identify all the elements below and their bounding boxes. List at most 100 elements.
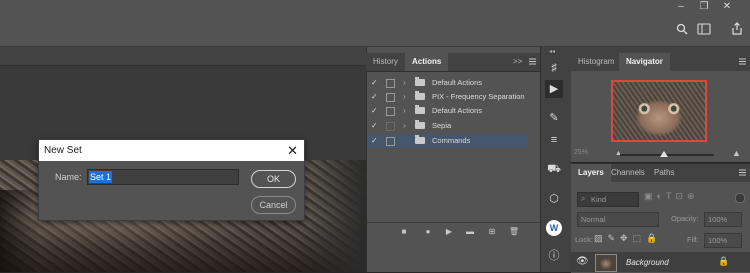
layer-thumbnail [595, 254, 617, 272]
play-selection-icon[interactable]: ▶ [442, 223, 456, 241]
name-label: Name: [55, 172, 82, 182]
check-icon[interactable]: ✓ [371, 134, 379, 148]
filter-kind-select[interactable]: ⌕ Kind [577, 192, 639, 207]
ok-button[interactable]: OK [251, 170, 296, 188]
fill-value: 100% [708, 236, 728, 245]
search-icon[interactable] [676, 23, 688, 35]
panel-menu-icon[interactable] [739, 57, 746, 66]
close-window-icon[interactable]: ✕ [721, 2, 733, 12]
eye-icon[interactable]: 👁 [576, 256, 589, 267]
check-icon[interactable]: ✓ [371, 76, 379, 90]
panel-collapse-icon[interactable]: >> [513, 53, 522, 71]
name-input[interactable]: Set 1 [87, 169, 239, 185]
lock-icon[interactable]: 🔒 [718, 256, 729, 267]
action-row-selected[interactable]: ✓ Commands [367, 134, 527, 148]
action-label: Default Actions [432, 106, 483, 115]
w-icon[interactable]: W [546, 220, 562, 236]
workspace-icon[interactable] [697, 23, 711, 35]
share-icon[interactable] [731, 22, 743, 35]
dialog-title: New Set [44, 145, 82, 156]
new-action-icon[interactable]: ⊞ [485, 223, 499, 241]
check-icon[interactable]: ✓ [371, 104, 379, 118]
trash-icon[interactable]: 🗑 [507, 223, 521, 241]
action-row[interactable]: ✓ › Default Actions [367, 104, 527, 118]
actions-footer: ■ ● ▶ ▬ ⊞ 🗑 [367, 222, 540, 241]
chevron-right-icon[interactable]: › [403, 76, 406, 90]
folder-icon [415, 91, 425, 100]
opacity-label: Opacity: [671, 214, 699, 223]
lock-label: Lock: [575, 235, 593, 244]
dialog-toggle-icon[interactable] [386, 122, 395, 131]
zoom-value[interactable]: 25% [574, 149, 588, 156]
action-row[interactable]: ✓ › PIX - Frequency Separation [367, 90, 527, 104]
canvas-edge [300, 160, 366, 272]
dialog-toggle-icon[interactable] [386, 93, 395, 102]
kind-label: Kind [591, 195, 607, 204]
brush-icon[interactable]: ✎ [545, 109, 563, 127]
new-set-dialog: New Set ✕ Name: Set 1 OK Cancel [38, 139, 305, 221]
tab-history[interactable]: History [366, 53, 405, 71]
new-set-icon[interactable]: ▬ [463, 223, 477, 241]
search-icon: ⌕ [581, 194, 586, 203]
action-label: PIX - Frequency Separation [432, 92, 525, 101]
dialog-toggle-icon[interactable] [386, 79, 395, 88]
action-row[interactable]: ✓ › Default Actions [367, 76, 527, 90]
cube-icon[interactable]: ⬡ [545, 190, 563, 208]
folder-icon [415, 105, 425, 114]
stop-icon[interactable]: ■ [397, 223, 411, 241]
actions-panel-tabs: History Actions >> [366, 53, 540, 72]
navigator-thumbnail[interactable] [611, 80, 707, 142]
layer-name: Background [626, 258, 669, 267]
chevron-right-icon[interactable]: › [403, 119, 406, 133]
filter-toggle-icon[interactable] [735, 193, 745, 203]
tab-navigator[interactable]: Navigator [619, 53, 670, 71]
folder-icon [415, 77, 425, 86]
tab-actions[interactable]: Actions [405, 53, 449, 71]
chevron-right-icon[interactable]: › [403, 90, 406, 104]
navigator-tabs: Histogram Navigator [571, 53, 750, 71]
fill-label: Fill: [687, 235, 699, 244]
dialog-toggle-icon[interactable] [386, 107, 395, 116]
stamp-icon[interactable]: ⛟ [545, 160, 563, 178]
play-icon[interactable]: ▶ [545, 80, 563, 98]
restore-icon[interactable]: ❐ [698, 2, 710, 12]
action-label: Default Actions [432, 78, 483, 87]
panel-menu-icon[interactable] [739, 168, 746, 177]
canvas-shadow-left [0, 190, 40, 272]
blend-mode-select[interactable]: Normal [577, 212, 659, 227]
tab-channels[interactable]: Channels [604, 164, 652, 182]
name-input-value: Set 1 [89, 171, 113, 183]
dialog-titlebar: New Set ✕ [39, 140, 304, 161]
chevron-right-icon[interactable]: › [403, 104, 406, 118]
check-icon[interactable]: ✓ [371, 90, 379, 104]
opacity-input[interactable]: 100% [704, 212, 742, 227]
layers-tabs: Layers Channels Paths [571, 164, 750, 182]
close-icon[interactable]: ✕ [287, 140, 298, 161]
cancel-button[interactable]: Cancel [251, 196, 296, 214]
panel-menu-icon[interactable] [529, 57, 536, 66]
folder-icon [415, 135, 425, 144]
info-icon[interactable]: ⓘ [545, 247, 563, 265]
options-bar [0, 16, 750, 47]
blend-mode-value: Normal [581, 215, 606, 224]
brush-settings-icon[interactable]: ♯ [545, 59, 563, 77]
tab-histogram[interactable]: Histogram [571, 53, 621, 71]
opacity-value: 100% [708, 215, 728, 224]
action-label: Commands [432, 136, 471, 145]
check-icon[interactable]: ✓ [371, 119, 379, 133]
fill-input[interactable]: 100% [704, 233, 742, 248]
sliders-icon[interactable]: ≡ [545, 131, 563, 149]
lock-icons[interactable]: ▨✎✥⬚🔒 [594, 233, 662, 244]
record-icon[interactable]: ● [421, 223, 435, 241]
collapse-arrows-icon[interactable]: ◂◂ [549, 49, 559, 55]
filter-icons[interactable]: ▣◐T⊡⊕ [644, 191, 699, 202]
action-row[interactable]: ✓ › Sepia [367, 119, 527, 133]
dialog-toggle-icon[interactable] [386, 137, 395, 146]
action-label: Sepia [432, 121, 452, 130]
minimize-icon[interactable]: – [675, 2, 687, 12]
zoom-in-icon[interactable]: ▲ [732, 148, 741, 158]
zoom-slider-handle[interactable] [660, 151, 668, 157]
folder-icon [415, 120, 425, 129]
tab-paths[interactable]: Paths [647, 164, 681, 182]
document-tab-bar [0, 47, 366, 66]
